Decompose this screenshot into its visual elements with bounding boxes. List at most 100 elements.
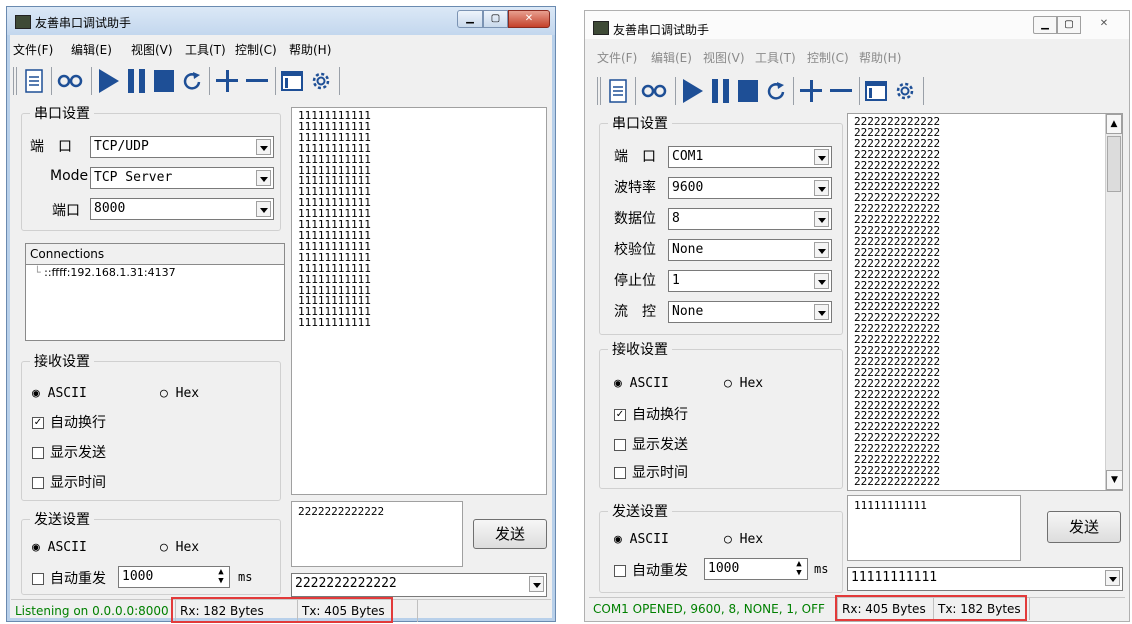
play-icon[interactable] (681, 78, 705, 104)
connections-list[interactable]: Connections └ ::ffff:192.168.1.31:4137 (25, 243, 285, 341)
window-icon[interactable] (281, 71, 303, 91)
send-area[interactable]: 11111111111 (847, 495, 1021, 561)
refresh-icon[interactable] (181, 71, 203, 93)
send-history-select[interactable]: 11111111111 (847, 567, 1123, 591)
chevron-down-icon[interactable] (1105, 570, 1120, 586)
close-button[interactable]: ✕ (1089, 16, 1119, 34)
maximize-button[interactable]: ▢ (1057, 16, 1081, 34)
send-hex-radio[interactable]: ○ Hex (160, 540, 199, 555)
menu-control[interactable]: 控制(C) (807, 49, 849, 66)
baud-select[interactable]: 9600 (668, 177, 832, 199)
recv-hex-radio[interactable]: ○ Hex (160, 386, 199, 401)
port-number-select[interactable]: 8000 (90, 198, 274, 220)
menu-view[interactable]: 视图(V) (131, 41, 173, 58)
receive-area[interactable]: 11111111111 11111111111 11111111111 1111111… (291, 107, 547, 495)
connection-item[interactable]: └ ::ffff:192.168.1.31:4137 (26, 265, 284, 281)
parity-select[interactable]: None (668, 239, 832, 261)
stop-icon[interactable] (153, 69, 175, 93)
chevron-down-icon[interactable] (529, 576, 544, 592)
show-time-checkbox[interactable]: 显示时间 (32, 472, 106, 492)
recv-ascii-radio[interactable]: ◉ ASCII (614, 376, 669, 391)
connect-icon[interactable] (641, 83, 667, 99)
menu-edit[interactable]: 编辑(E) (71, 41, 112, 58)
scroll-thumb[interactable] (1107, 136, 1121, 192)
chevron-down-icon[interactable] (814, 149, 829, 165)
menu-tools[interactable]: 工具(T) (755, 49, 796, 66)
scroll-down-icon[interactable]: ▼ (1106, 470, 1123, 490)
menu-help[interactable]: 帮助(H) (289, 41, 331, 58)
auto-repeat-checkbox[interactable]: 自动重发 (614, 560, 688, 580)
show-time-checkbox[interactable]: 显示时间 (614, 462, 688, 482)
send-ascii-radio[interactable]: ◉ ASCII (614, 532, 669, 547)
new-file-icon[interactable] (25, 69, 43, 93)
mode-select[interactable]: TCP Server (90, 167, 274, 189)
radio-label: Hex (739, 376, 764, 391)
interval-stepper[interactable]: 1000 ▲ ▼ (704, 558, 808, 580)
new-file-icon[interactable] (609, 79, 627, 103)
port-select[interactable]: COM1 (668, 146, 832, 168)
pause-icon[interactable] (711, 78, 731, 104)
receive-settings-group: 接收设置 ◉ ASCII ○ Hex ✓ 自动换行 显示发送 显示时间 (21, 351, 281, 501)
chevron-down-icon[interactable] (814, 273, 829, 289)
chevron-down-icon[interactable] (256, 139, 271, 155)
menu-tools[interactable]: 工具(T) (185, 41, 226, 58)
chevron-down-icon[interactable] (814, 211, 829, 227)
remove-icon[interactable] (245, 69, 269, 93)
databits-value: 8 (672, 211, 680, 226)
menu-control[interactable]: 控制(C) (235, 41, 277, 58)
checkbox-icon (32, 447, 44, 459)
send-button[interactable]: 发送 (473, 519, 547, 549)
send-hex-radio[interactable]: ○ Hex (724, 532, 763, 547)
stopbits-select[interactable]: 1 (668, 270, 832, 292)
group-title: 接收设置 (30, 351, 94, 371)
send-area[interactable]: 2222222222222 (291, 501, 463, 567)
recv-hex-radio[interactable]: ○ Hex (724, 376, 763, 391)
chevron-down-icon[interactable] (814, 304, 829, 320)
gear-icon[interactable] (309, 69, 333, 93)
recv-ascii-radio[interactable]: ◉ ASCII (32, 386, 87, 401)
interval-stepper[interactable]: 1000 ▲ ▼ (118, 566, 230, 588)
menu-file[interactable]: 文件(F) (13, 41, 53, 58)
window-icon[interactable] (865, 81, 887, 101)
pause-icon[interactable] (127, 68, 147, 94)
send-button[interactable]: 发送 (1047, 511, 1121, 543)
chevron-down-icon[interactable] (256, 201, 271, 217)
auto-repeat-checkbox[interactable]: 自动重发 (32, 568, 106, 588)
menu-help[interactable]: 帮助(H) (859, 49, 901, 66)
show-send-checkbox[interactable]: 显示发送 (32, 442, 106, 462)
app-icon (593, 21, 609, 35)
show-send-checkbox[interactable]: 显示发送 (614, 434, 688, 454)
send-history-select[interactable]: 2222222222222 (291, 573, 547, 597)
gear-icon[interactable] (893, 79, 917, 103)
menu-edit[interactable]: 编辑(E) (651, 49, 692, 66)
stepper-arrows-icon[interactable]: ▲ ▼ (215, 568, 227, 586)
add-icon[interactable] (799, 79, 823, 103)
maximize-button[interactable]: ▢ (483, 10, 508, 28)
add-icon[interactable] (215, 69, 239, 93)
radio-label: ASCII (47, 386, 87, 401)
connect-icon[interactable] (57, 73, 83, 89)
chevron-down-icon[interactable] (814, 242, 829, 258)
flow-select[interactable]: None (668, 301, 832, 323)
port-select[interactable]: TCP/UDP (90, 136, 274, 158)
remove-icon[interactable] (829, 79, 853, 103)
minimize-button[interactable]: ▁ (457, 10, 483, 28)
minimize-button[interactable]: ▁ (1033, 16, 1057, 34)
receive-area[interactable]: 2222222222222 2222222222222 2222222222222 2… (847, 113, 1123, 491)
stepper-arrows-icon[interactable]: ▲ ▼ (793, 560, 805, 578)
menu-file[interactable]: 文件(F) (597, 49, 637, 66)
databits-select[interactable]: 8 (668, 208, 832, 230)
close-button[interactable]: ✕ (508, 10, 550, 28)
autowrap-checkbox[interactable]: ✓ 自动换行 (32, 412, 106, 432)
play-icon[interactable] (97, 68, 121, 94)
radio-checked-icon: ◉ (614, 532, 622, 547)
menu-view[interactable]: 视图(V) (703, 49, 745, 66)
chevron-down-icon[interactable] (256, 170, 271, 186)
refresh-icon[interactable] (765, 81, 787, 103)
autowrap-checkbox[interactable]: ✓ 自动换行 (614, 404, 688, 424)
chevron-down-icon[interactable] (814, 180, 829, 196)
receive-scrollbar[interactable]: ▲ ▼ (1105, 114, 1123, 490)
stop-icon[interactable] (737, 79, 759, 103)
send-ascii-radio[interactable]: ◉ ASCII (32, 540, 87, 555)
scroll-up-icon[interactable]: ▲ (1106, 114, 1122, 134)
